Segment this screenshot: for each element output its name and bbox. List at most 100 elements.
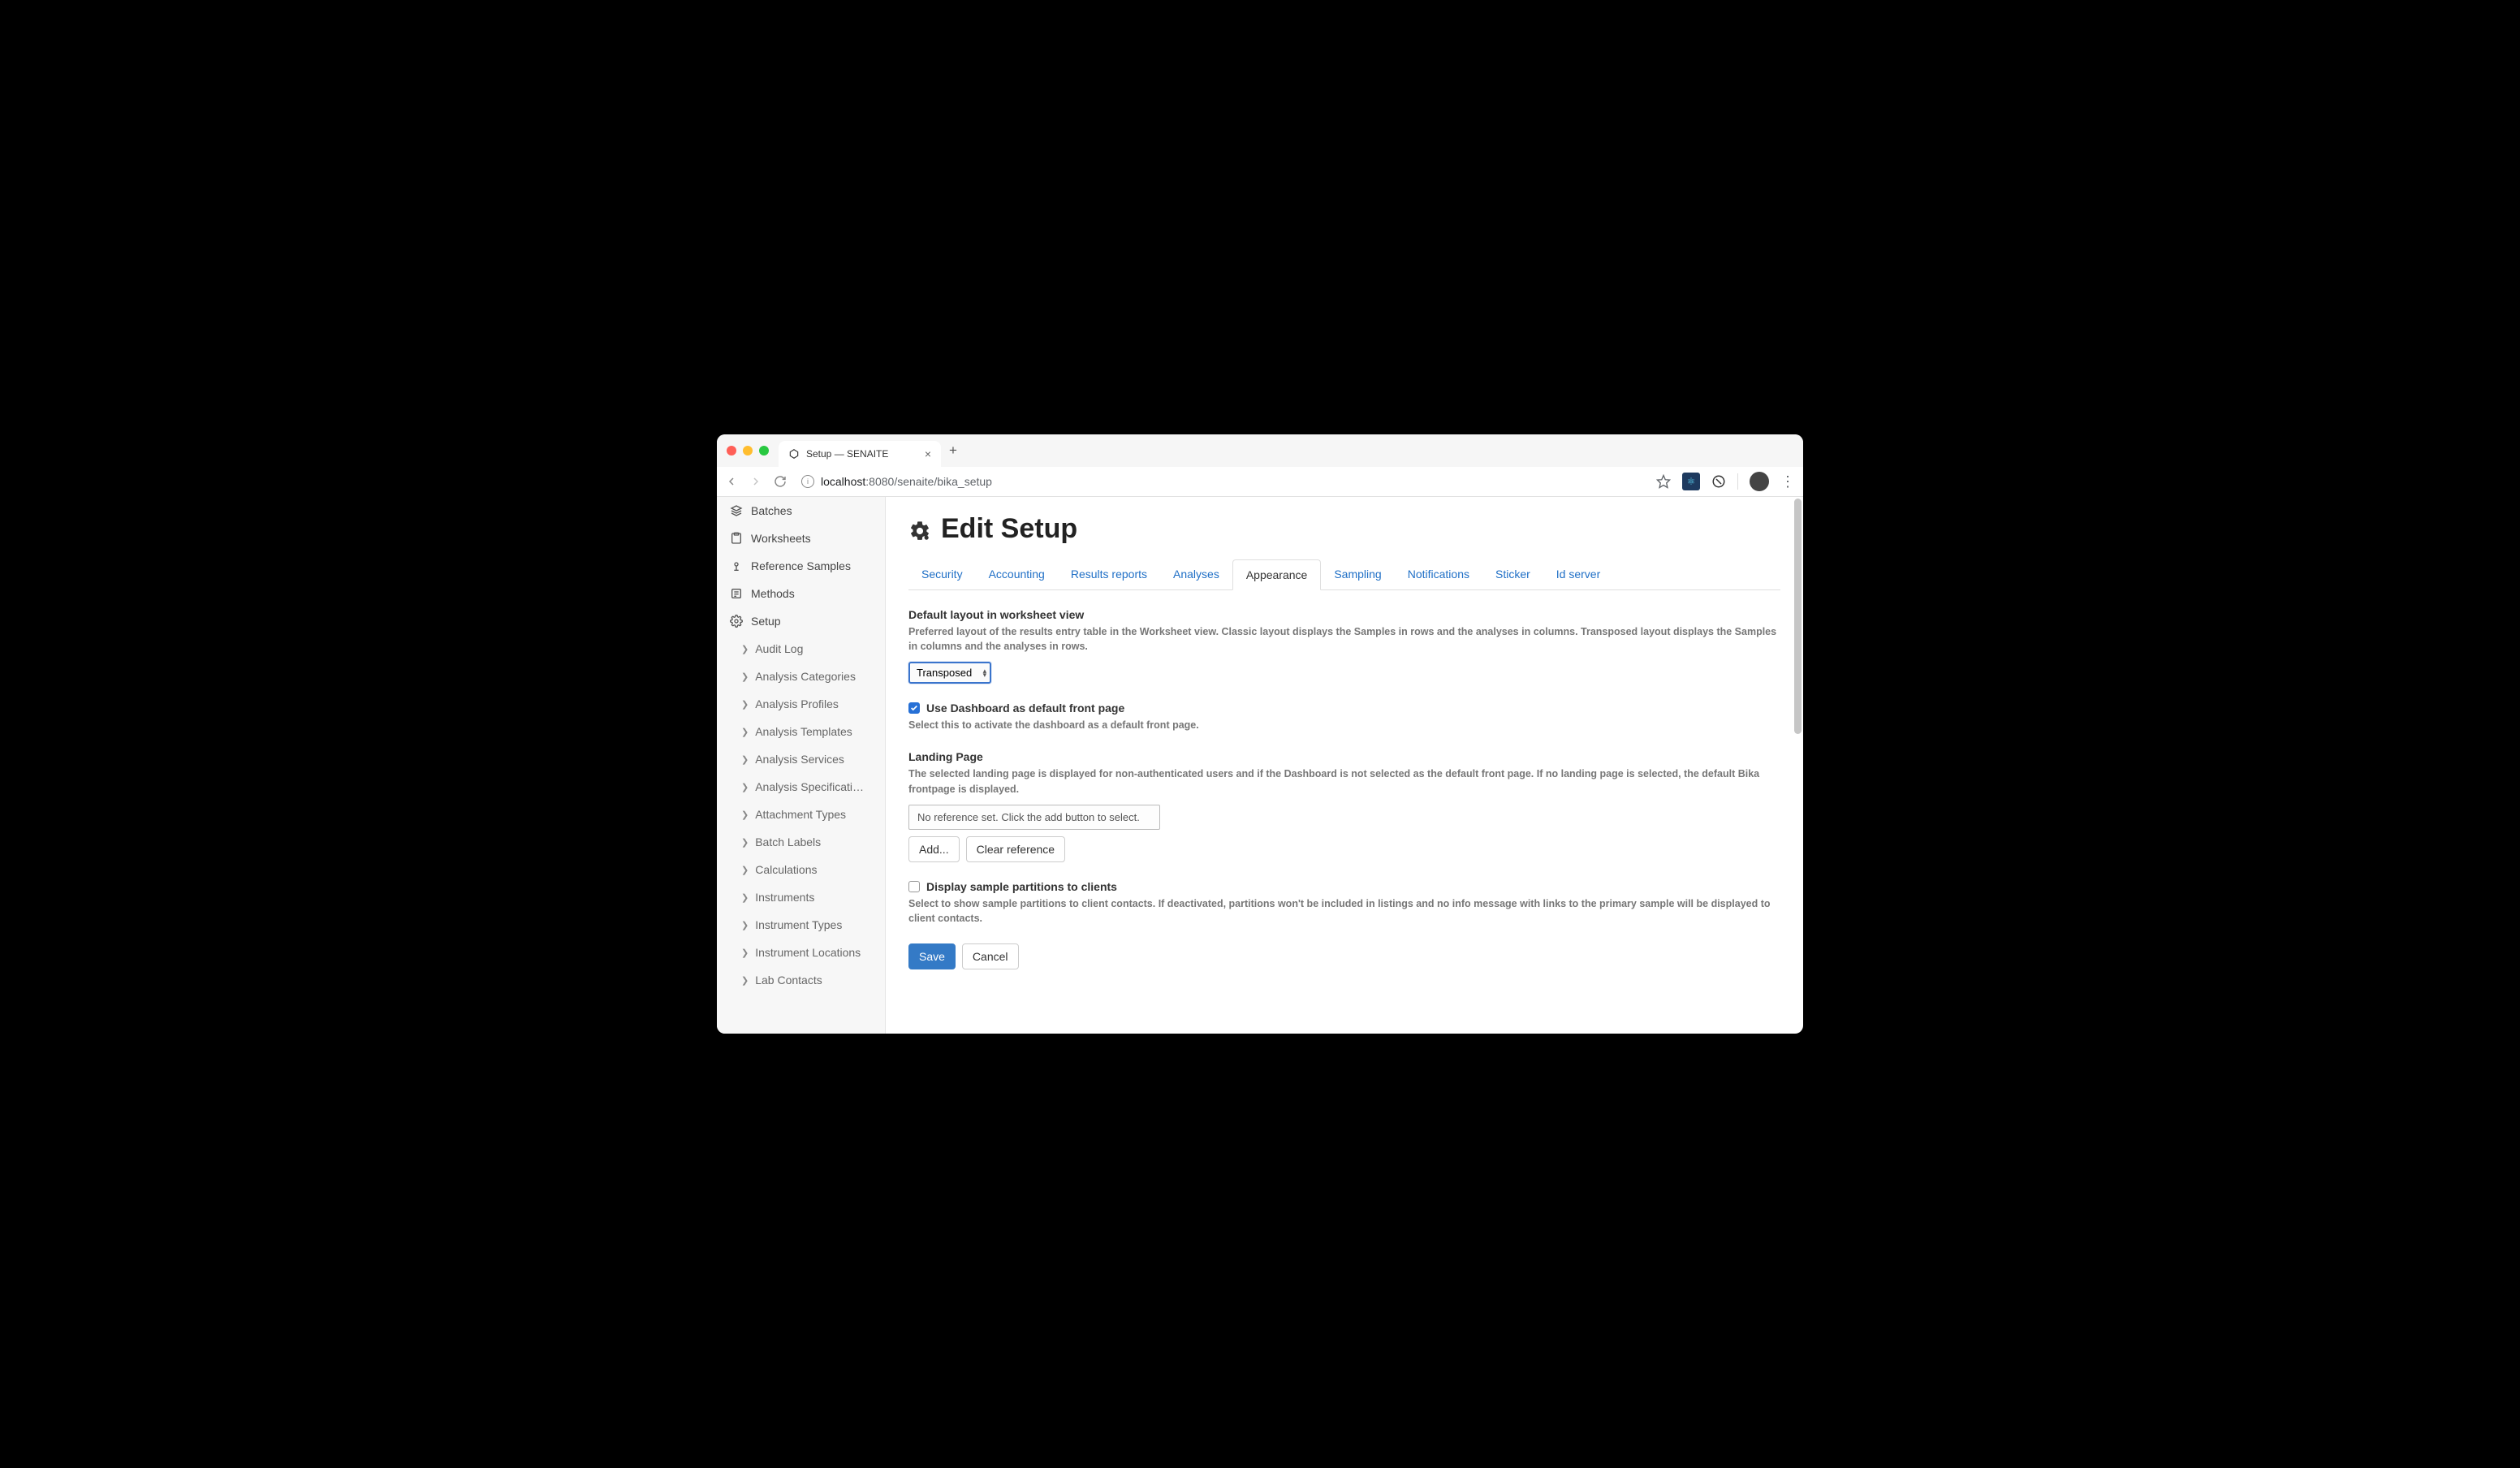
toolbar-divider — [1737, 473, 1738, 490]
page-title: Edit Setup — [908, 513, 1780, 545]
clear-reference-button[interactable]: Clear reference — [966, 836, 1066, 862]
sidebar-item-batches[interactable]: Batches — [717, 497, 885, 525]
favicon-icon — [788, 448, 800, 460]
window-maximize-button[interactable] — [759, 446, 769, 456]
chevron-right-icon: ❯ — [741, 865, 749, 875]
url-text: localhost:8080/senaite/bika_setup — [821, 475, 992, 488]
content-area: Batches Worksheets Reference Samples Met… — [717, 497, 1803, 1034]
checkbox-row: Use Dashboard as default front page — [908, 702, 1780, 715]
sidebar-label: Reference Samples — [751, 559, 851, 572]
field-dashboard: Use Dashboard as default front page Sele… — [908, 702, 1780, 732]
sidebar-sub-batch-labels[interactable]: ❯Batch Labels — [717, 828, 885, 856]
sidebar-label: Worksheets — [751, 532, 811, 545]
field-help: The selected landing page is displayed f… — [908, 766, 1780, 796]
cancel-button[interactable]: Cancel — [962, 943, 1019, 969]
extension-react-icon[interactable]: ⚛ — [1682, 473, 1700, 490]
url-bar: i localhost:8080/senaite/bika_setup ⚛ ⋮ — [717, 467, 1803, 496]
sidebar-item-worksheets[interactable]: Worksheets — [717, 525, 885, 552]
tab-id-server[interactable]: Id server — [1543, 559, 1613, 589]
new-tab-button[interactable]: + — [949, 443, 957, 459]
tab-notifications[interactable]: Notifications — [1395, 559, 1482, 589]
chevron-right-icon: ❯ — [741, 754, 749, 765]
checkbox-row: Display sample partitions to clients — [908, 880, 1780, 893]
tab-sticker[interactable]: Sticker — [1482, 559, 1543, 589]
main-content: Edit Setup Security Accounting Results r… — [886, 497, 1803, 1034]
window-minimize-button[interactable] — [743, 446, 753, 456]
batches-icon — [730, 504, 743, 517]
chevron-right-icon: ❯ — [741, 699, 749, 710]
tab-security[interactable]: Security — [908, 559, 976, 589]
tab-analyses[interactable]: Analyses — [1160, 559, 1232, 589]
field-help: Select this to activate the dashboard as… — [908, 718, 1780, 732]
profile-avatar[interactable] — [1750, 472, 1769, 491]
browser-tab[interactable]: Setup — SENAITE × — [779, 441, 941, 467]
tab-close-icon[interactable]: × — [925, 447, 931, 460]
sidebar-sub-attachment-types[interactable]: ❯Attachment Types — [717, 801, 885, 828]
browser-window: Setup — SENAITE × + i localhost:8080/sen… — [717, 434, 1803, 1034]
field-help: Preferred layout of the results entry ta… — [908, 624, 1780, 654]
sidebar-label: Methods — [751, 587, 795, 600]
add-reference-button[interactable]: Add... — [908, 836, 960, 862]
sidebar-item-setup[interactable]: Setup — [717, 607, 885, 635]
tab-results-reports[interactable]: Results reports — [1058, 559, 1160, 589]
checkbox-dashboard[interactable] — [908, 702, 920, 714]
gear-icon — [908, 518, 931, 541]
scrollbar[interactable] — [1794, 499, 1802, 734]
chevron-right-icon: ❯ — [741, 671, 749, 682]
form-actions: Save Cancel — [908, 943, 1780, 969]
reload-button[interactable] — [774, 475, 787, 488]
reference-samples-icon — [730, 559, 743, 572]
methods-icon — [730, 587, 743, 600]
select-caret-icon: ▴▾ — [983, 669, 987, 677]
reference-input[interactable]: No reference set. Click the add button t… — [908, 805, 1160, 830]
sidebar-sub-analysis-profiles[interactable]: ❯Analysis Profiles — [717, 690, 885, 718]
back-button[interactable] — [725, 475, 738, 488]
tab-bar: Setup — SENAITE × + — [717, 434, 1803, 467]
page-title-text: Edit Setup — [941, 513, 1077, 545]
sidebar-sub-instrument-types[interactable]: ❯Instrument Types — [717, 911, 885, 939]
sidebar-sub-instruments[interactable]: ❯Instruments — [717, 883, 885, 911]
sidebar-sub-analysis-templates[interactable]: ❯Analysis Templates — [717, 718, 885, 745]
checkbox-partitions[interactable] — [908, 881, 920, 892]
tab-accounting[interactable]: Accounting — [976, 559, 1058, 589]
site-info-icon[interactable]: i — [801, 475, 814, 488]
sidebar-sub-instrument-locations[interactable]: ❯Instrument Locations — [717, 939, 885, 966]
field-help: Select to show sample partitions to clie… — [908, 896, 1780, 926]
save-button[interactable]: Save — [908, 943, 956, 969]
worksheets-icon — [730, 532, 743, 545]
url-input[interactable]: i localhost:8080/senaite/bika_setup — [798, 475, 1645, 488]
chevron-right-icon: ❯ — [741, 837, 749, 848]
window-close-button[interactable] — [727, 446, 736, 456]
chevron-right-icon: ❯ — [741, 644, 749, 654]
select-default-layout[interactable]: Transposed ▴▾ — [908, 662, 991, 684]
field-label: Default layout in worksheet view — [908, 608, 1780, 621]
extension-circle-icon[interactable] — [1711, 474, 1726, 489]
field-label: Landing Page — [908, 750, 1780, 763]
sidebar-sub-calculations[interactable]: ❯Calculations — [717, 856, 885, 883]
forward-button[interactable] — [749, 475, 762, 488]
sidebar-sub-analysis-services[interactable]: ❯Analysis Services — [717, 745, 885, 773]
bookmark-star-icon[interactable] — [1656, 474, 1671, 489]
tabs: Security Accounting Results reports Anal… — [908, 559, 1780, 590]
sidebar-sub-analysis-categories[interactable]: ❯Analysis Categories — [717, 663, 885, 690]
sidebar-sub-audit-log[interactable]: ❯Audit Log — [717, 635, 885, 663]
chevron-right-icon: ❯ — [741, 782, 749, 792]
sidebar-sub-analysis-specifications[interactable]: ❯Analysis Specificati… — [717, 773, 885, 801]
chevron-right-icon: ❯ — [741, 948, 749, 958]
tab-sampling[interactable]: Sampling — [1321, 559, 1394, 589]
chevron-right-icon: ❯ — [741, 892, 749, 903]
browser-menu-icon[interactable]: ⋮ — [1780, 473, 1795, 490]
tab-appearance[interactable]: Appearance — [1232, 559, 1322, 590]
tab-title: Setup — SENAITE — [806, 448, 888, 460]
field-landing-page: Landing Page The selected landing page i… — [908, 750, 1780, 861]
sidebar-sub-lab-contacts[interactable]: ❯Lab Contacts — [717, 966, 885, 994]
toolbar-right: ⚛ ⋮ — [1656, 472, 1795, 491]
sidebar-label: Setup — [751, 615, 781, 628]
chrome-top: Setup — SENAITE × + i localhost:8080/sen… — [717, 434, 1803, 497]
traffic-lights — [727, 446, 769, 456]
sidebar-item-reference-samples[interactable]: Reference Samples — [717, 552, 885, 580]
sidebar-item-methods[interactable]: Methods — [717, 580, 885, 607]
chevron-right-icon: ❯ — [741, 920, 749, 930]
sidebar-label: Batches — [751, 504, 792, 517]
setup-icon — [730, 615, 743, 628]
